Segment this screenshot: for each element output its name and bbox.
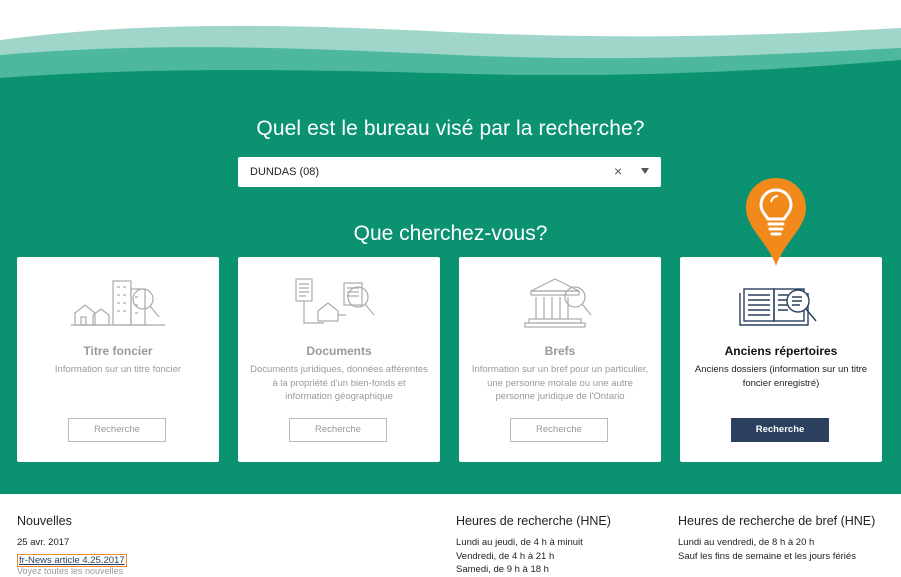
- search-hours-line: Lundi au jeudi, de 4 h à minuit: [456, 537, 583, 548]
- card-title: Anciens répertoires: [724, 344, 838, 358]
- card-titre-foncier: Titre foncier Information sur un titre f…: [17, 257, 219, 462]
- documents-house-magnifier-icon: [295, 278, 375, 324]
- courthouse-magnifier-icon: [524, 278, 592, 328]
- search-button-documents[interactable]: Recherche: [289, 418, 387, 442]
- card-brefs: Brefs Information sur un bref pour un pa…: [459, 257, 661, 462]
- card-title: Brefs: [544, 344, 576, 358]
- card-description: Anciens dossiers (information sur un tit…: [694, 364, 868, 389]
- writ-hours-section: Heures de recherche de bref (HNE) Lundi …: [678, 514, 875, 563]
- news-section: Nouvelles 25 avr. 2017 fr-News article 4…: [17, 514, 127, 568]
- office-selected-value: DUNDAS (08): [250, 166, 320, 178]
- card-documents: Documents Documents juridiques, données …: [238, 257, 440, 462]
- search-hours-section: Heures de recherche (HNE) Lundi au jeudi…: [456, 514, 611, 577]
- houses-buildings-magnifier-icon: [71, 280, 165, 326]
- card-description: Documents juridiques, données afférentes…: [250, 364, 428, 402]
- writ-hours-line: Sauf les fins de semaine et les jours fé…: [678, 550, 856, 562]
- office-select[interactable]: DUNDAS (08) ×: [238, 157, 661, 187]
- card-description: Information sur un titre foncier: [54, 364, 182, 375]
- writ-hours-line: Lundi au vendredi, de 8 h à 20 h: [678, 537, 815, 548]
- clear-icon[interactable]: ×: [614, 163, 622, 179]
- news-article-link[interactable]: fr-News article 4.25.2017: [17, 553, 127, 567]
- search-hours-line: Samedi, de 9 h à 18 h: [456, 564, 549, 575]
- search-hours-heading: Heures de recherche (HNE): [456, 514, 611, 528]
- chevron-down-icon[interactable]: [641, 168, 649, 174]
- writ-hours-heading: Heures de recherche de bref (HNE): [678, 514, 876, 528]
- all-news-link[interactable]: Voyez toutes les nouvelles: [17, 566, 123, 576]
- card-description: Information sur un bref pour un particul…: [471, 364, 649, 402]
- search-button-brefs[interactable]: Recherche: [510, 418, 608, 442]
- search-button-titre-foncier[interactable]: Recherche: [68, 418, 166, 442]
- lightbulb-icon: [746, 178, 806, 266]
- card-title: Titre foncier: [83, 344, 153, 358]
- search-button-anciens-repertoires[interactable]: Recherche: [731, 418, 829, 442]
- card-anciens-repertoires: Anciens répertoires Anciens dossiers (in…: [680, 257, 882, 462]
- news-heading: Nouvelles: [17, 514, 72, 528]
- search-hours-line: Vendredi, de 4 h à 21 h: [456, 550, 555, 562]
- news-date: 25 avr. 2017: [17, 537, 70, 548]
- card-title: Documents: [306, 344, 372, 358]
- open-book-magnifier-icon: [739, 288, 817, 326]
- office-question: Quel est le bureau visé par la recherche…: [256, 117, 645, 140]
